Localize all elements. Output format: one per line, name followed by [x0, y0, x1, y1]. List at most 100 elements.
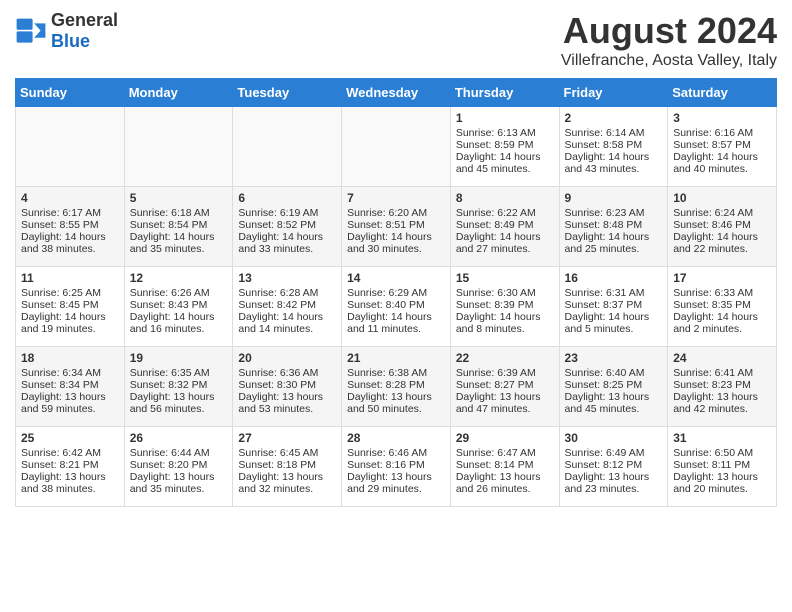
day-number: 6 — [238, 191, 336, 205]
day-number: 5 — [130, 191, 228, 205]
sunrise-text: Sunrise: 6:34 AM — [21, 367, 101, 379]
header-wednesday: Wednesday — [342, 79, 451, 107]
sunset-text: Sunset: 8:57 PM — [673, 139, 751, 151]
calendar-week-row: 25Sunrise: 6:42 AMSunset: 8:21 PMDayligh… — [16, 427, 777, 507]
daylight-text: Daylight: 14 hours and 8 minutes. — [456, 311, 541, 335]
sunset-text: Sunset: 8:30 PM — [238, 379, 316, 391]
calendar-week-row: 11Sunrise: 6:25 AMSunset: 8:45 PMDayligh… — [16, 267, 777, 347]
sunrise-text: Sunrise: 6:31 AM — [565, 287, 645, 299]
calendar-cell: 2Sunrise: 6:14 AMSunset: 8:58 PMDaylight… — [559, 107, 668, 187]
sunrise-text: Sunrise: 6:22 AM — [456, 207, 536, 219]
day-number: 7 — [347, 191, 445, 205]
calendar-header-row: SundayMondayTuesdayWednesdayThursdayFrid… — [16, 79, 777, 107]
sunset-text: Sunset: 8:52 PM — [238, 219, 316, 231]
header-thursday: Thursday — [450, 79, 559, 107]
daylight-text: Daylight: 13 hours and 32 minutes. — [238, 471, 323, 495]
calendar-cell: 11Sunrise: 6:25 AMSunset: 8:45 PMDayligh… — [16, 267, 125, 347]
sunrise-text: Sunrise: 6:40 AM — [565, 367, 645, 379]
calendar-cell: 22Sunrise: 6:39 AMSunset: 8:27 PMDayligh… — [450, 347, 559, 427]
daylight-text: Daylight: 14 hours and 45 minutes. — [456, 151, 541, 175]
logo-icon — [15, 17, 47, 45]
sunrise-text: Sunrise: 6:46 AM — [347, 447, 427, 459]
daylight-text: Daylight: 14 hours and 2 minutes. — [673, 311, 758, 335]
sunrise-text: Sunrise: 6:29 AM — [347, 287, 427, 299]
header: General Blue August 2024 Villefranche, A… — [15, 10, 777, 70]
day-number: 17 — [673, 271, 771, 285]
sunrise-text: Sunrise: 6:38 AM — [347, 367, 427, 379]
calendar-cell: 12Sunrise: 6:26 AMSunset: 8:43 PMDayligh… — [124, 267, 233, 347]
sunset-text: Sunset: 8:20 PM — [130, 459, 208, 471]
sunrise-text: Sunrise: 6:39 AM — [456, 367, 536, 379]
sunrise-text: Sunrise: 6:13 AM — [456, 127, 536, 139]
sunrise-text: Sunrise: 6:16 AM — [673, 127, 753, 139]
calendar-table: SundayMondayTuesdayWednesdayThursdayFrid… — [15, 78, 777, 507]
sunrise-text: Sunrise: 6:17 AM — [21, 207, 101, 219]
daylight-text: Daylight: 13 hours and 56 minutes. — [130, 391, 215, 415]
day-number: 10 — [673, 191, 771, 205]
logo-general: General — [51, 10, 118, 30]
sunset-text: Sunset: 8:40 PM — [347, 299, 425, 311]
calendar-cell: 18Sunrise: 6:34 AMSunset: 8:34 PMDayligh… — [16, 347, 125, 427]
day-number: 20 — [238, 351, 336, 365]
calendar-cell — [342, 107, 451, 187]
sunset-text: Sunset: 8:54 PM — [130, 219, 208, 231]
sunrise-text: Sunrise: 6:19 AM — [238, 207, 318, 219]
day-number: 3 — [673, 111, 771, 125]
calendar-cell: 28 Sunrise: 6:46 AMSunset: 8:16 PMDayligh… — [342, 427, 451, 507]
main-title: August 2024 — [561, 10, 777, 52]
calendar-cell: 20Sunrise: 6:36 AMSunset: 8:30 PMDayligh… — [233, 347, 342, 427]
calendar-cell: 6Sunrise: 6:19 AMSunset: 8:52 PMDaylight… — [233, 187, 342, 267]
sunset-text: Sunset: 8:42 PM — [238, 299, 316, 311]
calendar-cell: 7Sunrise: 6:20 AMSunset: 8:51 PMDaylight… — [342, 187, 451, 267]
sunrise-text: Sunrise: 6:42 AM — [21, 447, 101, 459]
daylight-text: Daylight: 13 hours and 45 minutes. — [565, 391, 650, 415]
sunset-text: Sunset: 8:25 PM — [565, 379, 643, 391]
calendar-week-row: 1Sunrise: 6:13 AMSunset: 8:59 PMDaylight… — [16, 107, 777, 187]
sunset-text: Sunset: 8:43 PM — [130, 299, 208, 311]
day-number: 14 — [347, 271, 445, 285]
day-number: 19 — [130, 351, 228, 365]
day-number: 27 — [238, 431, 336, 445]
calendar-cell: 17Sunrise: 6:33 AMSunset: 8:35 PMDayligh… — [668, 267, 777, 347]
logo: General Blue — [15, 10, 118, 52]
sunset-text: Sunset: 8:14 PM — [456, 459, 534, 471]
sunset-text: Sunset: 8:59 PM — [456, 139, 534, 151]
daylight-text: Daylight: 13 hours and 23 minutes. — [565, 471, 650, 495]
daylight-text: Daylight: 14 hours and 11 minutes. — [347, 311, 432, 335]
sunrise-text: Sunrise: 6:47 AM — [456, 447, 536, 459]
calendar-week-row: 18Sunrise: 6:34 AMSunset: 8:34 PMDayligh… — [16, 347, 777, 427]
sunrise-text: Sunrise: 6:45 AM — [238, 447, 318, 459]
sunrise-text: Sunrise: 6:36 AM — [238, 367, 318, 379]
sunset-text: Sunset: 8:55 PM — [21, 219, 99, 231]
calendar-cell: 13Sunrise: 6:28 AMSunset: 8:42 PMDayligh… — [233, 267, 342, 347]
daylight-text: Daylight: 13 hours and 42 minutes. — [673, 391, 758, 415]
sunset-text: Sunset: 8:51 PM — [347, 219, 425, 231]
calendar-cell: 24Sunrise: 6:41 AMSunset: 8:23 PMDayligh… — [668, 347, 777, 427]
calendar-cell — [16, 107, 125, 187]
sunset-text: Sunset: 8:48 PM — [565, 219, 643, 231]
sunset-text: Sunset: 8:39 PM — [456, 299, 534, 311]
day-number: 9 — [565, 191, 663, 205]
daylight-text: Daylight: 13 hours and 59 minutes. — [21, 391, 106, 415]
calendar-cell: 15Sunrise: 6:30 AMSunset: 8:39 PMDayligh… — [450, 267, 559, 347]
daylight-text: Daylight: 13 hours and 29 minutes. — [347, 471, 432, 495]
daylight-text: Daylight: 13 hours and 35 minutes. — [130, 471, 215, 495]
daylight-text: Daylight: 14 hours and 22 minutes. — [673, 231, 758, 255]
calendar-cell: 14 Sunrise: 6:29 AMSunset: 8:40 PMDayligh… — [342, 267, 451, 347]
title-area: August 2024 Villefranche, Aosta Valley, … — [561, 10, 777, 70]
day-number: 18 — [21, 351, 119, 365]
calendar-cell: 16Sunrise: 6:31 AMSunset: 8:37 PMDayligh… — [559, 267, 668, 347]
day-number: 12 — [130, 271, 228, 285]
daylight-text: Daylight: 13 hours and 20 minutes. — [673, 471, 758, 495]
day-number: 28 — [347, 431, 445, 445]
sunset-text: Sunset: 8:16 PM — [347, 459, 425, 471]
day-number: 24 — [673, 351, 771, 365]
sunset-text: Sunset: 8:35 PM — [673, 299, 751, 311]
calendar-cell: 9Sunrise: 6:23 AMSunset: 8:48 PMDaylight… — [559, 187, 668, 267]
calendar-cell: 21Sunrise: 6:38 AMSunset: 8:28 PMDayligh… — [342, 347, 451, 427]
sunrise-text: Sunrise: 6:18 AM — [130, 207, 210, 219]
calendar-cell: 26Sunrise: 6:44 AMSunset: 8:20 PMDayligh… — [124, 427, 233, 507]
calendar-cell: 10Sunrise: 6:24 AMSunset: 8:46 PMDayligh… — [668, 187, 777, 267]
sunset-text: Sunset: 8:27 PM — [456, 379, 534, 391]
header-sunday: Sunday — [16, 79, 125, 107]
